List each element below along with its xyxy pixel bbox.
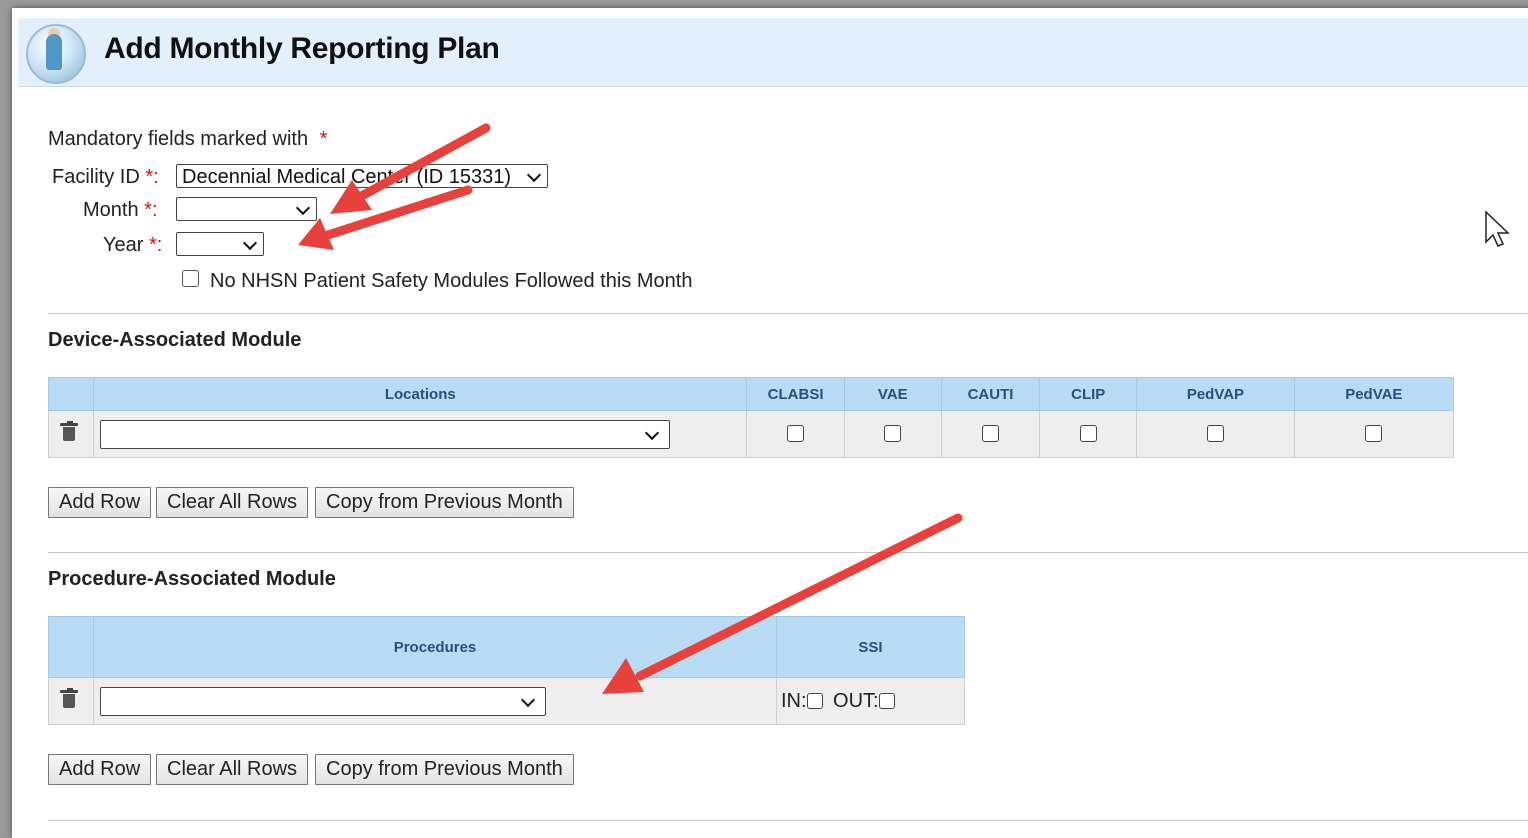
month-select[interactable] <box>176 197 317 221</box>
ssi-in-label: IN: <box>781 689 807 712</box>
pedvap-checkbox[interactable] <box>1206 425 1224 443</box>
facility-select[interactable]: Decennial Medical Center (ID 15331) <box>176 164 548 188</box>
year-select[interactable] <box>176 232 264 256</box>
clabsi-cell <box>746 410 845 458</box>
facility-select-value: Decennial Medical Center (ID 15331) <box>182 166 512 188</box>
clabsi-checkbox[interactable] <box>787 425 805 443</box>
mandatory-note-text: Mandatory fields marked with <box>48 128 309 150</box>
page-title: Add Monthly Reporting Plan <box>104 32 500 65</box>
table-header-blank <box>47 377 95 411</box>
column-header-clabsi: CLABSI <box>746 377 845 411</box>
column-header-locations: Locations <box>93 377 748 411</box>
chevron-down-icon <box>645 425 660 440</box>
table-row <box>47 410 1455 458</box>
required-marker: * <box>319 128 328 150</box>
procedure-module-table: Procedures SSI IN: OUT: <box>48 616 965 725</box>
locations-cell <box>93 410 748 458</box>
facility-label-text: Facility ID <box>52 166 140 188</box>
delete-cell <box>48 677 94 725</box>
column-header-pedvae: PedVAE <box>1293 377 1455 411</box>
delete-cell <box>47 410 95 458</box>
chevron-down-icon <box>526 167 542 183</box>
chevron-down-icon <box>295 200 311 216</box>
ssi-cell: IN: OUT: <box>776 677 965 725</box>
device-clear-all-rows-button[interactable]: Clear All Rows <box>156 487 309 518</box>
column-header-clip: CLIP <box>1039 377 1138 411</box>
column-header-cauti: CAUTI <box>940 377 1041 411</box>
facility-required-marker: *: <box>145 166 159 188</box>
device-copy-previous-month-button[interactable]: Copy from Previous Month <box>315 487 574 518</box>
mandatory-note: Mandatory fields marked with * <box>48 128 327 151</box>
location-select[interactable] <box>100 419 671 449</box>
procedure-add-row-button[interactable]: Add Row <box>48 754 152 785</box>
ssi-out-label: OUT: <box>833 689 879 712</box>
chevron-down-icon <box>242 235 258 251</box>
year-label: Year *: <box>103 234 162 257</box>
year-label-text: Year <box>103 234 144 256</box>
page-header: Add Monthly Reporting Plan <box>18 18 1528 87</box>
no-modules-checkbox[interactable] <box>182 270 199 287</box>
table-header-row: Locations CLABSI VAE CAUTI CLIP PedVAP P… <box>47 377 1455 411</box>
pedvae-checkbox[interactable] <box>1365 425 1383 443</box>
procedures-cell <box>93 677 777 725</box>
column-header-procedures: Procedures <box>93 616 777 678</box>
clip-checkbox[interactable] <box>1079 425 1097 443</box>
vae-cell <box>843 410 942 458</box>
ssi-out-checkbox[interactable] <box>878 693 895 709</box>
year-required-marker: *: <box>148 234 163 256</box>
device-module-title: Device-Associated Module <box>48 329 302 351</box>
table-row: IN: OUT: <box>48 677 965 725</box>
clip-cell <box>1039 410 1138 458</box>
month-required-marker: *: <box>144 199 158 221</box>
column-header-vae: VAE <box>843 377 942 411</box>
ssi-in-checkbox[interactable] <box>806 693 823 709</box>
no-modules-label: No NHSN Patient Safety Modules Followed … <box>210 270 693 292</box>
trash-icon[interactable] <box>60 421 78 441</box>
chevron-down-icon <box>520 692 536 707</box>
procedure-module-title: Procedure-Associated Module <box>48 568 336 590</box>
table-header-blank <box>48 616 94 678</box>
procedure-copy-previous-month-button[interactable]: Copy from Previous Month <box>315 754 574 785</box>
month-label: Month *: <box>83 199 158 222</box>
facility-label: Facility ID *: <box>52 166 159 189</box>
column-header-ssi: SSI <box>776 616 965 678</box>
divider <box>48 313 1528 314</box>
mouse-cursor-icon <box>1485 210 1510 247</box>
procedure-clear-all-rows-button[interactable]: Clear All Rows <box>156 754 309 785</box>
table-header-row: Procedures SSI <box>48 616 965 678</box>
device-add-row-button[interactable]: Add Row <box>48 487 152 518</box>
vae-checkbox[interactable] <box>884 425 902 443</box>
month-label-text: Month <box>83 199 139 221</box>
divider <box>48 820 1528 821</box>
nhsn-logo-icon <box>26 24 86 84</box>
pedvae-cell <box>1293 410 1455 458</box>
column-header-pedvap: PedVAP <box>1136 377 1295 411</box>
cauti-cell <box>940 410 1041 458</box>
divider <box>48 552 1528 553</box>
device-module-table: Locations CLABSI VAE CAUTI CLIP PedVAP P… <box>47 377 1455 458</box>
procedure-select[interactable] <box>100 686 546 716</box>
trash-icon[interactable] <box>60 688 78 708</box>
cauti-checkbox[interactable] <box>981 425 999 443</box>
pedvap-cell <box>1136 410 1295 458</box>
